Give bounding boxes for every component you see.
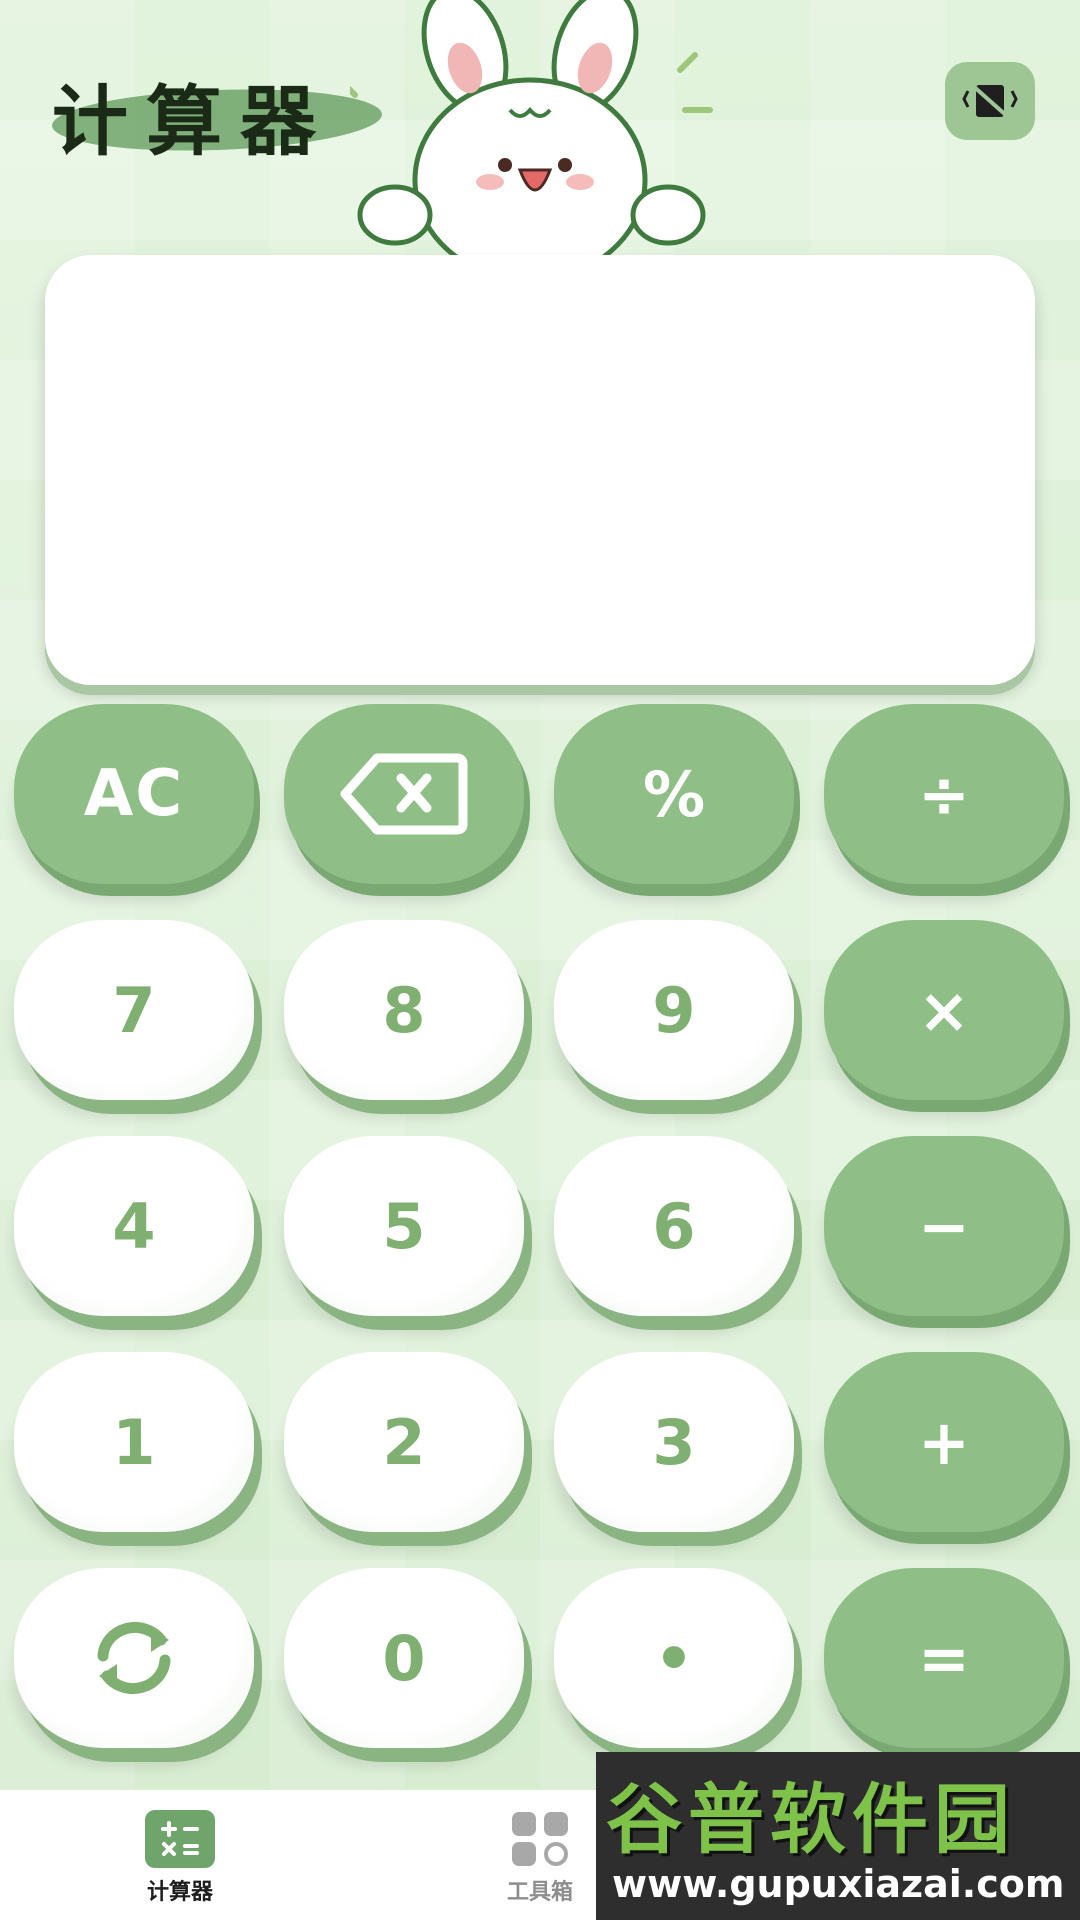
- calculator-icon: [145, 1810, 215, 1868]
- digit-6-button-label: 6: [652, 1189, 696, 1263]
- digit-4-button-label: 4: [112, 1189, 156, 1263]
- subtract-button[interactable]: −: [824, 1136, 1064, 1316]
- multiply-button[interactable]: ×: [824, 920, 1064, 1100]
- screen-rotation-icon: [962, 83, 1018, 119]
- digit-8-button-label: 8: [382, 973, 426, 1047]
- subtract-button-label: −: [918, 1189, 970, 1263]
- divide-button[interactable]: ÷: [824, 704, 1064, 884]
- rotate-screen-button[interactable]: [945, 62, 1035, 140]
- digit-5-button-label: 5: [382, 1189, 426, 1263]
- percent-button-label: %: [642, 757, 706, 831]
- digit-8-button[interactable]: 8: [284, 920, 524, 1100]
- clear-button[interactable]: AC: [14, 704, 254, 884]
- multiply-button-label: ×: [918, 973, 970, 1047]
- clear-button-label: AC: [83, 757, 185, 831]
- keypad: AC% ÷ 7 8 9 × 4 5 6 − 1 2 3 +0 • =: [14, 704, 1066, 1784]
- digit-5-button[interactable]: 5: [284, 1136, 524, 1316]
- percent-button[interactable]: %: [554, 704, 794, 884]
- digit-0-button-label: 0: [382, 1621, 426, 1695]
- digit-1-button[interactable]: 1: [14, 1352, 254, 1532]
- backspace-button[interactable]: [284, 704, 524, 884]
- digit-2-button-label: 2: [382, 1405, 426, 1479]
- digit-1-button-label: 1: [112, 1405, 156, 1479]
- watermark-title: 谷普软件园: [606, 1775, 1016, 1864]
- digit-9-button[interactable]: 9: [554, 920, 794, 1100]
- digit-3-button[interactable]: 3: [554, 1352, 794, 1532]
- digit-7-button[interactable]: 7: [14, 920, 254, 1100]
- watermark-url: www.gupuxiazai.com: [612, 1862, 1065, 1906]
- bunny-mascot: [350, 0, 713, 255]
- tab-toolbox[interactable]: 工具箱: [470, 1810, 610, 1906]
- calculator-display: [45, 255, 1035, 685]
- digit-4-button[interactable]: 4: [14, 1136, 254, 1316]
- backspace-icon: [340, 753, 468, 835]
- digit-9-button-label: 9: [652, 973, 696, 1047]
- tab-calculator[interactable]: 计算器: [110, 1810, 250, 1906]
- decimal-point-button-label: •: [654, 1621, 694, 1695]
- equals-button[interactable]: =: [824, 1568, 1064, 1748]
- equals-button-label: =: [918, 1621, 970, 1695]
- refresh-icon: [97, 1622, 171, 1694]
- digit-6-button[interactable]: 6: [554, 1136, 794, 1316]
- watermark: 谷普软件园 www.gupuxiazai.com: [596, 1752, 1080, 1920]
- toggle-sign-button[interactable]: [14, 1568, 254, 1748]
- digit-7-button-label: 7: [112, 973, 156, 1047]
- add-button[interactable]: +: [824, 1352, 1064, 1532]
- tab-toolbox-label: 工具箱: [506, 1880, 573, 1905]
- grid-icon: [505, 1810, 575, 1868]
- tab-calculator-label: 计算器: [146, 1880, 213, 1905]
- digit-2-button[interactable]: 2: [284, 1352, 524, 1532]
- digit-0-button[interactable]: 0: [284, 1568, 524, 1748]
- add-button-label: +: [918, 1405, 970, 1479]
- page-title: 计算器: [52, 77, 334, 166]
- decimal-point-button[interactable]: •: [554, 1568, 794, 1748]
- digit-3-button-label: 3: [652, 1405, 696, 1479]
- divide-button-label: ÷: [918, 757, 970, 831]
